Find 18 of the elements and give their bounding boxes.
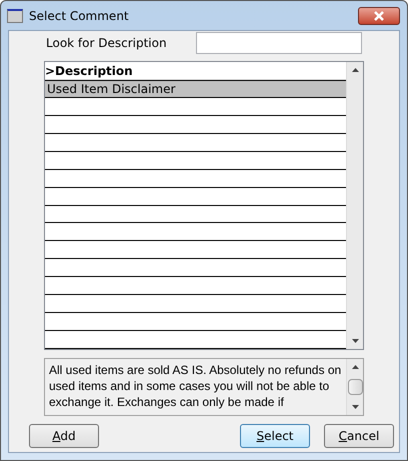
app-icon (7, 8, 23, 22)
search-label: Look for Description (46, 35, 167, 52)
close-button[interactable] (358, 6, 400, 24)
scroll-up-icon[interactable] (352, 68, 358, 72)
search-field[interactable] (196, 32, 362, 54)
scroll-down-icon[interactable] (352, 405, 358, 409)
close-icon (373, 10, 385, 20)
table-row[interactable]: Used Item Disclaimer (45, 80, 346, 98)
dialog-button[interactable]: Cancel (324, 424, 394, 448)
dialog-button[interactable]: Add (29, 424, 99, 448)
scroll-bar[interactable] (346, 62, 363, 349)
scroll-down-icon[interactable] (352, 339, 358, 343)
dialog-button[interactable]: Select (240, 424, 310, 448)
window-title: Select Comment (29, 8, 129, 24)
scroll-up-icon[interactable] (352, 365, 358, 369)
comment-text: All used items are sold AS IS. Absolutely no refunds on used items and in some cases you will not be able to exchange it. Exchanges can only be made if (48, 362, 342, 411)
scroll-bar[interactable] (346, 359, 363, 415)
scroll-thumb[interactable] (348, 379, 362, 395)
